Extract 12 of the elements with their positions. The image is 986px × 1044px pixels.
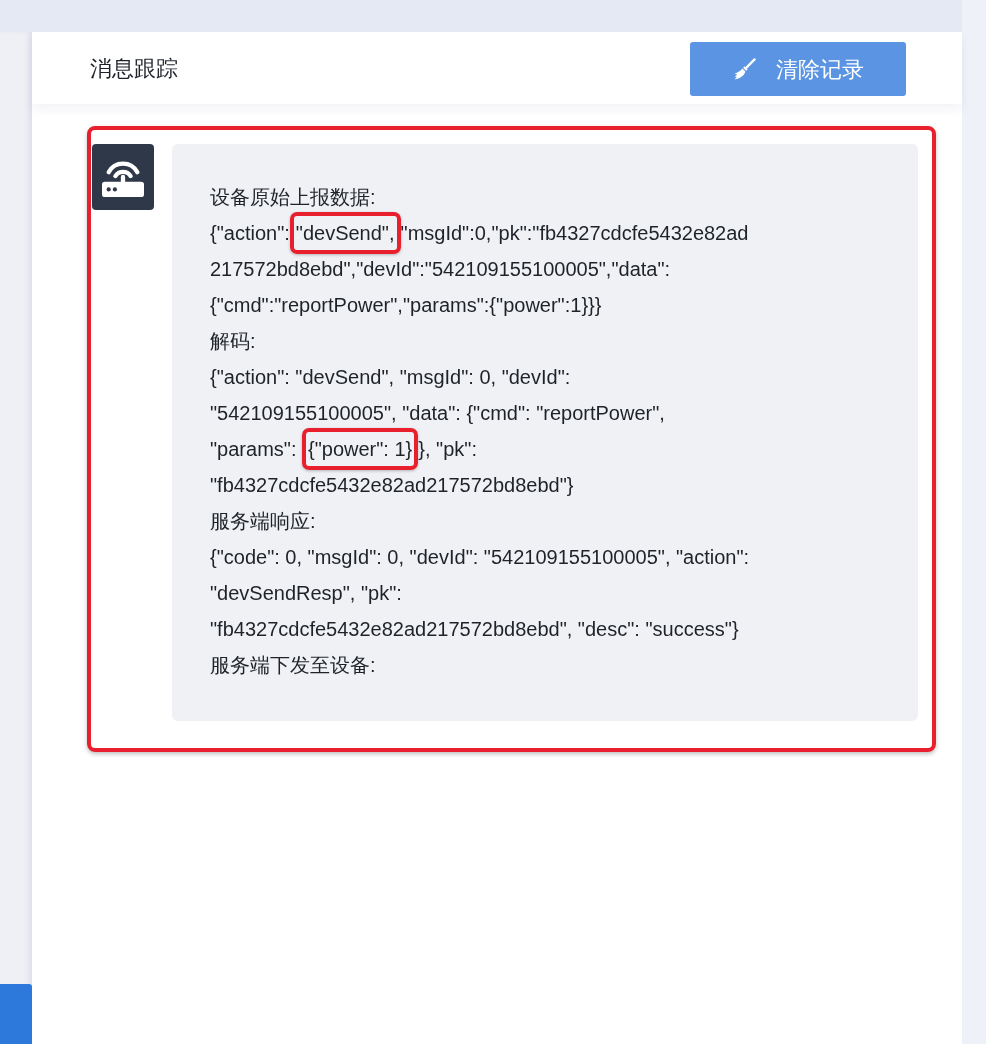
log-text: 解码: xyxy=(210,329,257,354)
clear-records-button[interactable]: 清除记录 xyxy=(690,42,906,96)
log-text: 服务端下发至设备: xyxy=(210,653,377,678)
router-icon xyxy=(92,144,154,210)
broom-icon xyxy=(732,57,756,81)
log-text: 服务端响应: xyxy=(210,509,317,534)
panel-title: 消息跟踪 xyxy=(90,54,178,83)
sidebar-active-item[interactable] xyxy=(0,984,32,1044)
log-text: {"action": "devSend", "msgId": 0, "devId": "542109155100005", "data": {"cmd": "reportPower", "params": {"power": 1} }, "pk": "fb4327cdcfe5432e82ad217572bd8ebd"} xyxy=(210,365,666,498)
log-text: {"action": "devSend", "msgId":0,"pk":"fb4327cdcfe5432e82ad 217572bd8ebd","devId":"542109155100005","data": {"cmd":"reportPower","params":{"power":1}}} xyxy=(210,221,750,318)
log-text: 设备原始上报数据: xyxy=(210,185,377,210)
log-text: {"code": 0, "msgId": 0, "devId": "542109155100005", "action": "devSendResp", "pk": "fb4327cdcfe5432e82ad217572bd8ebd", "desc": "success"} xyxy=(210,545,751,642)
